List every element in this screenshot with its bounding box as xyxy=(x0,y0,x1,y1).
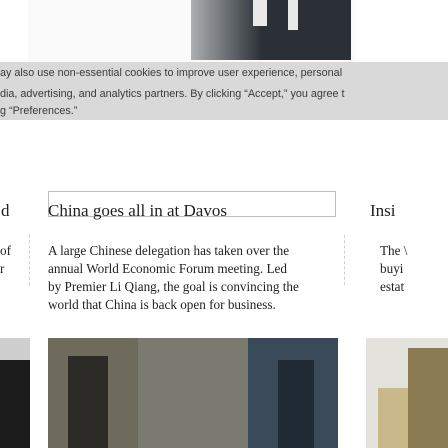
column-divider xyxy=(344,235,345,285)
hero-image-detail xyxy=(288,0,298,30)
column-divider xyxy=(29,235,30,285)
article-summary-line: annual World Economic Forum meeting. Led xyxy=(48,261,287,276)
article-summary-right-line: estat xyxy=(380,279,405,294)
hero-image-detail xyxy=(253,0,267,26)
article-summary-left-line: r xyxy=(0,261,5,276)
article-summary-line: world that China is back open for busine… xyxy=(48,297,276,312)
cookie-consent-banner: ay also use non-essential cookies to imp… xyxy=(0,62,448,120)
hero-image-fade xyxy=(92,0,262,62)
article-image-right[interactable] xyxy=(366,338,448,448)
article-summary-line: A large Chinese delegation has taken ove… xyxy=(48,243,290,258)
article-summary-right-line: The \ xyxy=(380,243,408,258)
article-title-right[interactable]: Insi xyxy=(370,201,396,221)
article-title-left[interactable]: d xyxy=(1,201,10,221)
cookie-preferences-link[interactable]: g “Preferences.” xyxy=(0,104,77,118)
article-summary-right-line: buyi xyxy=(380,261,404,276)
article-image-davos[interactable] xyxy=(48,338,338,448)
article-summary-line: by Premier Li Qiang, the goal is convinc… xyxy=(48,279,299,294)
article-summary-left-line: of xyxy=(0,243,11,258)
article-image-left[interactable] xyxy=(0,338,30,448)
cookie-banner-text-line: ay also use non-essential cookies to imp… xyxy=(0,67,343,79)
cookie-banner-text-line: dia, advertising, and analytics partners… xyxy=(0,88,345,100)
article-title-china-davos[interactable]: China goes all in at Davos xyxy=(48,201,227,221)
hero-image xyxy=(28,0,355,62)
